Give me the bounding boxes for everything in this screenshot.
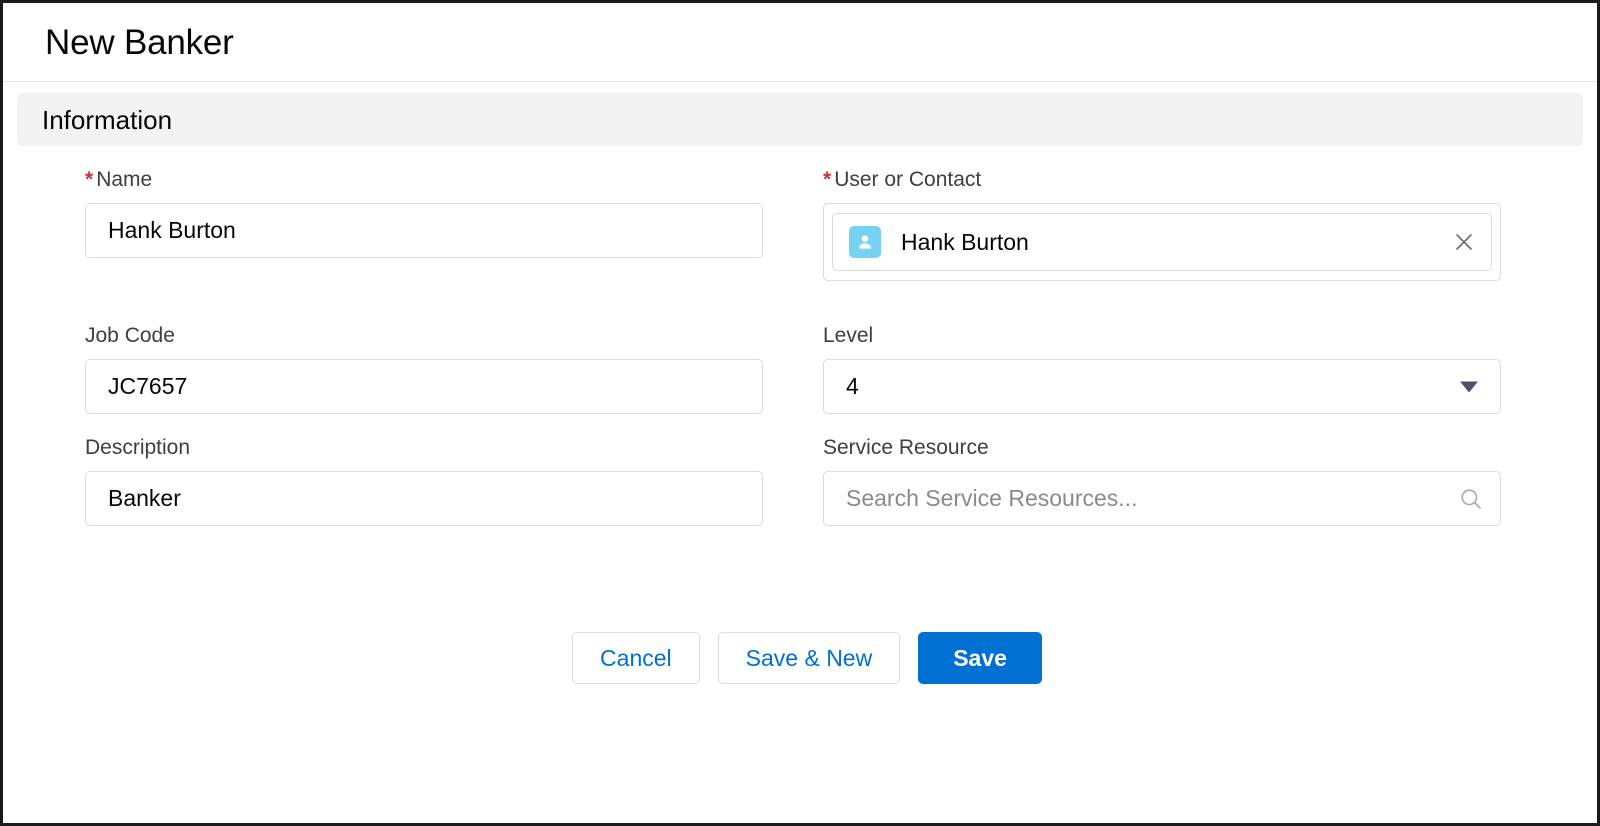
form-col-right-2: Level 4 bbox=[823, 325, 1501, 414]
field-service-resource: Service Resource Search Service Resource… bbox=[823, 437, 1501, 526]
user-avatar-icon bbox=[849, 226, 881, 258]
required-asterisk-icon: * bbox=[823, 168, 831, 191]
close-icon[interactable] bbox=[1451, 229, 1477, 255]
form-col-left-1: *Name Hank Burton bbox=[85, 169, 763, 281]
field-label-job-code: Job Code bbox=[85, 325, 763, 346]
field-level: Level 4 bbox=[823, 325, 1501, 414]
section-header-information: Information bbox=[17, 93, 1583, 146]
job-code-input[interactable]: JC7657 bbox=[85, 359, 763, 414]
field-description: Description Banker bbox=[85, 437, 763, 526]
chevron-down-icon bbox=[1460, 381, 1478, 392]
form-row-2: Job Code JC7657 Level 4 bbox=[85, 325, 1529, 414]
form-row-1: *Name Hank Burton *User or Contact bbox=[85, 169, 1529, 281]
field-label-level: Level bbox=[823, 325, 1501, 346]
form-col-right-3: Service Resource Search Service Resource… bbox=[823, 437, 1501, 526]
row-spacer-2 bbox=[85, 414, 1529, 437]
field-label-name: *Name bbox=[85, 169, 763, 190]
field-label-description: Description bbox=[85, 437, 763, 458]
field-label-user-or-contact-text: User or Contact bbox=[834, 168, 981, 191]
name-input-value: Hank Burton bbox=[108, 219, 236, 242]
level-select[interactable]: 4 bbox=[823, 359, 1501, 414]
service-resource-search-input[interactable]: Search Service Resources... bbox=[823, 471, 1501, 526]
description-input[interactable]: Banker bbox=[85, 471, 763, 526]
cancel-button[interactable]: Cancel bbox=[572, 632, 700, 684]
field-name: *Name Hank Burton bbox=[85, 169, 763, 258]
modal-footer: Cancel Save & New Save bbox=[85, 632, 1529, 684]
new-banker-modal: New Banker Information *Name Hank Burton… bbox=[0, 0, 1600, 826]
field-user-or-contact: *User or Contact Hank Burton bbox=[823, 169, 1501, 281]
form-col-right-1: *User or Contact Hank Burton bbox=[823, 169, 1501, 281]
selected-record-pill[interactable]: Hank Burton bbox=[832, 213, 1492, 271]
name-input[interactable]: Hank Burton bbox=[85, 203, 763, 258]
user-or-contact-lookup[interactable]: Hank Burton bbox=[823, 203, 1501, 281]
service-resource-placeholder: Search Service Resources... bbox=[846, 487, 1448, 510]
save-button[interactable]: Save bbox=[918, 632, 1042, 684]
job-code-input-value: JC7657 bbox=[108, 375, 187, 398]
row-spacer-1 bbox=[85, 281, 1529, 325]
form-body: *Name Hank Burton *User or Contact bbox=[3, 146, 1597, 684]
field-label-user-or-contact: *User or Contact bbox=[823, 169, 1501, 190]
form-col-left-3: Description Banker bbox=[85, 437, 763, 526]
modal-header: New Banker bbox=[3, 3, 1597, 82]
selected-record-name: Hank Burton bbox=[901, 231, 1451, 254]
page-title: New Banker bbox=[45, 25, 234, 60]
field-label-service-resource: Service Resource bbox=[823, 437, 1501, 458]
search-icon bbox=[1458, 486, 1484, 512]
required-asterisk-icon: * bbox=[85, 168, 93, 191]
section-title: Information bbox=[42, 107, 172, 133]
level-select-value: 4 bbox=[846, 375, 859, 398]
form-col-left-2: Job Code JC7657 bbox=[85, 325, 763, 414]
save-and-new-button[interactable]: Save & New bbox=[718, 632, 901, 684]
description-input-value: Banker bbox=[108, 487, 181, 510]
field-job-code: Job Code JC7657 bbox=[85, 325, 763, 414]
form-row-3: Description Banker Service Resource Sear… bbox=[85, 437, 1529, 526]
field-label-name-text: Name bbox=[96, 168, 152, 191]
